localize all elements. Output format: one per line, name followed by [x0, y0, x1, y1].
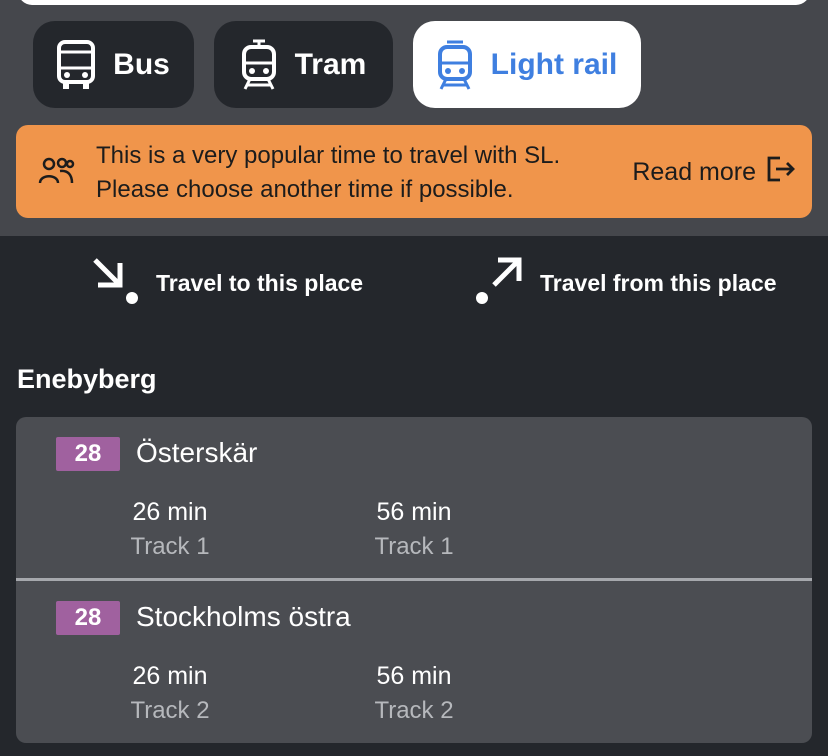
- departure-time-2: 56 min Track 2: [354, 659, 474, 729]
- read-more-label: Read more: [632, 158, 756, 186]
- read-more-link[interactable]: Read more: [632, 155, 796, 190]
- departure-track: Track 1: [130, 533, 210, 560]
- departure-time-2: 56 min Track 1: [354, 495, 474, 565]
- external-exit-icon: [766, 155, 796, 190]
- travel-from-button[interactable]: Travel from this place: [474, 255, 777, 311]
- travel-to-label: Travel to this place: [156, 269, 364, 296]
- arrow-to-place-icon: [90, 255, 140, 311]
- departure-minutes: 26 min: [132, 498, 208, 526]
- search-bar[interactable]: [18, 0, 810, 5]
- departure-row[interactable]: 28 Stockholms östra 26 min Track 2 56 mi…: [16, 581, 812, 743]
- bus-icon: [57, 39, 96, 90]
- departure-minutes: 56 min: [376, 498, 452, 526]
- line-badge: 28: [56, 601, 120, 635]
- people-icon: [38, 157, 76, 190]
- arrow-from-place-icon: [474, 255, 524, 311]
- departures-card: 28 Österskär 26 min Track 1 56 min Track…: [16, 417, 812, 743]
- notice-message: This is a very popular time to travel wi…: [96, 139, 616, 207]
- departure-track: Track 2: [374, 697, 454, 724]
- line-badge: 28: [56, 437, 120, 471]
- departure-minutes: 26 min: [132, 662, 208, 690]
- tram-icon: [241, 39, 277, 91]
- destination: Österskär: [136, 437, 258, 468]
- departure-row[interactable]: 28 Österskär 26 min Track 1 56 min Track…: [16, 417, 812, 581]
- destination: Stockholms östra: [136, 601, 351, 632]
- notice-line-2: Please choose another time if possible.: [96, 176, 514, 203]
- mode-bus-button[interactable]: Bus: [33, 21, 194, 108]
- mode-tram-button[interactable]: Tram: [214, 21, 393, 108]
- mode-bus-label: Bus: [113, 47, 170, 81]
- departure-track: Track 2: [130, 697, 210, 724]
- crowding-notice: This is a very popular time to travel wi…: [16, 125, 812, 218]
- travel-to-button[interactable]: Travel to this place: [90, 258, 363, 308]
- stop-name: Enebyberg: [17, 364, 157, 394]
- notice-line-1: This is a very popular time to travel wi…: [96, 142, 561, 169]
- departure-time-1: 26 min Track 2: [110, 659, 230, 729]
- departure-minutes: 56 min: [376, 662, 452, 690]
- mode-light-rail-label: Light rail: [490, 47, 618, 81]
- departure-track: Track 1: [374, 533, 454, 560]
- departure-time-1: 26 min Track 1: [110, 495, 230, 565]
- light-rail-icon: [437, 39, 473, 91]
- transport-panel: Bus Tram Light rail This is a very popul…: [0, 0, 828, 236]
- mode-tram-label: Tram: [294, 47, 367, 81]
- travel-from-label: Travel from this place: [540, 269, 777, 296]
- mode-light-rail-button[interactable]: Light rail: [413, 21, 641, 108]
